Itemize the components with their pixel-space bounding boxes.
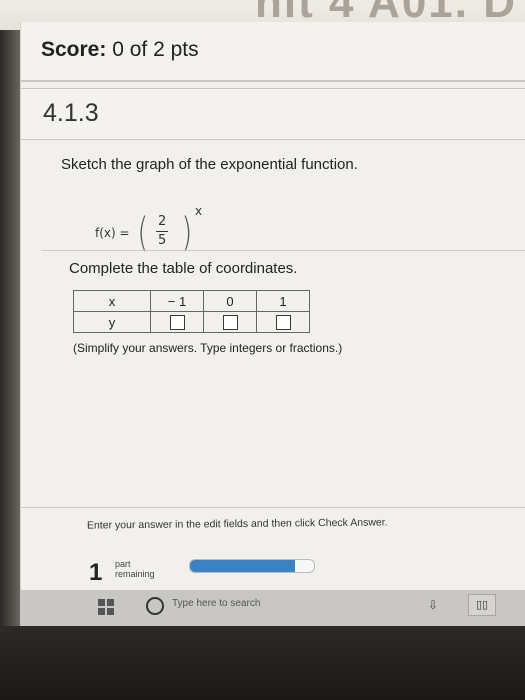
y-answer-cell xyxy=(203,311,257,333)
table-row-x: x − 1 0 1 xyxy=(73,290,310,312)
score-text: Score: 0 of 2 pts xyxy=(41,38,199,62)
y-answer-input-1[interactable] xyxy=(169,315,185,331)
y-answer-input-3[interactable] xyxy=(275,315,291,331)
tray-icon[interactable]: ⇩ xyxy=(428,598,438,612)
fraction-numerator: 2 xyxy=(158,214,167,229)
parts-remaining-label: part remaining xyxy=(115,559,155,579)
task-view-icon[interactable]: ▯▯ xyxy=(468,594,496,616)
function-exponent: x xyxy=(195,204,203,218)
function-lhs: f(x) = xyxy=(95,226,130,240)
windows-logo-icon[interactable] xyxy=(98,599,114,615)
score-bar: Score: 0 of 2 pts xyxy=(21,22,525,82)
monitor-bezel xyxy=(0,626,525,700)
question-id: 4.1.3 xyxy=(43,99,99,127)
function-expression: f(x) = ( 2 5 ) x xyxy=(95,204,215,260)
x-value-cell: 0 xyxy=(203,290,257,312)
question-panel: Score: 0 of 2 pts 4.1.3 Sketch the graph… xyxy=(20,22,525,590)
parts-label-line2: remaining xyxy=(115,569,155,579)
table-instruction: Complete the table of coordinates. xyxy=(69,260,298,277)
fraction-denominator: 5 xyxy=(158,233,167,248)
coordinates-table: x − 1 0 1 y xyxy=(73,290,310,333)
progress-bar xyxy=(189,559,315,573)
x-value-cell: − 1 xyxy=(150,290,204,312)
progress-fill xyxy=(190,560,296,572)
answer-hint: (Simplify your answers. Type integers or… xyxy=(73,341,343,355)
y-answer-cell xyxy=(150,311,204,333)
score-value: 0 of 2 pts xyxy=(112,38,199,61)
x-header-cell: x xyxy=(73,290,151,312)
parts-label-line1: part xyxy=(115,559,131,569)
parts-remaining-count: 1 xyxy=(89,559,103,586)
taskbar-search-input[interactable]: Type here to search xyxy=(172,598,260,609)
cortana-circle-icon[interactable] xyxy=(146,597,164,615)
score-label: Score: xyxy=(41,38,107,61)
windows-taskbar: Type here to search ⇩ ▯▯ xyxy=(20,590,525,626)
section-divider xyxy=(41,250,525,251)
fraction-bar xyxy=(156,231,168,232)
y-answer-cell xyxy=(256,311,310,333)
screen-left-edge xyxy=(0,30,20,626)
question-instruction: Sketch the graph of the exponential func… xyxy=(61,156,358,173)
table-row-y: y xyxy=(73,311,310,333)
x-value-cell: 1 xyxy=(256,290,310,312)
y-header-cell: y xyxy=(73,311,151,333)
y-answer-input-2[interactable] xyxy=(222,315,238,331)
footer-divider xyxy=(21,507,525,508)
enter-answer-message: Enter your answer in the edit fields and… xyxy=(86,516,388,532)
question-id-bar: 4.1.3 xyxy=(21,88,525,140)
